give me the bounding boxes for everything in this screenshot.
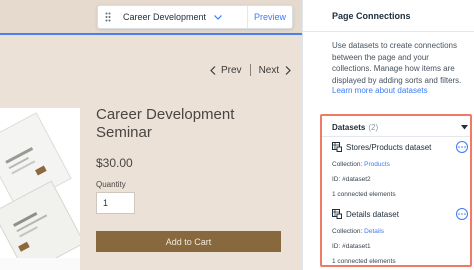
product-title: Career Development Seminar xyxy=(96,106,235,141)
dataset-collection: Collection: Products xyxy=(332,161,468,168)
dataset-connected: 1 connected elements xyxy=(332,191,396,198)
datasets-section: Datasets (2) Stores/Products dataset Col… xyxy=(320,114,472,267)
caret-down-icon[interactable] xyxy=(461,124,468,130)
dataset-id: ID: #dataset2 xyxy=(332,176,371,183)
add-to-cart-button[interactable]: Add to Cart xyxy=(96,231,281,252)
next-link[interactable]: Next xyxy=(259,65,292,76)
dataset-icon xyxy=(332,209,342,219)
product-image xyxy=(0,108,80,270)
dataset-icon xyxy=(332,142,342,152)
learn-more-link[interactable]: Learn more about datasets xyxy=(332,86,428,95)
collection-label: Collection: xyxy=(332,228,363,235)
more-icon[interactable] xyxy=(456,141,468,153)
selection-line xyxy=(0,33,302,35)
datasets-divider xyxy=(322,136,470,137)
page-selector-label: Career Development Sem... xyxy=(123,12,209,22)
collection-link[interactable]: Products xyxy=(364,161,390,168)
preview-button[interactable]: Preview xyxy=(248,6,292,28)
dataset-connected: 1 connected elements xyxy=(332,258,396,265)
quantity-input[interactable]: 1 xyxy=(96,192,135,214)
dataset-id: ID: #dataset1 xyxy=(332,243,371,250)
datasets-header[interactable]: Datasets (2) xyxy=(332,121,468,133)
more-icon[interactable] xyxy=(456,208,468,220)
product-price: $30.00 xyxy=(96,156,133,170)
editor-toolbar: Career Development Sem... Preview xyxy=(97,5,293,29)
editor-canvas: Career Development Sem... Preview Prev N… xyxy=(0,0,302,270)
drag-handle-icon[interactable] xyxy=(101,6,115,28)
collection-label: Collection: xyxy=(332,161,363,168)
dataset-name: Stores/Products dataset xyxy=(346,142,432,152)
pager-divider xyxy=(249,64,251,76)
next-label: Next xyxy=(258,64,280,76)
page-connections-panel: Page Connections Use datasets to create … xyxy=(303,0,474,270)
collection-link[interactable]: Details xyxy=(364,228,384,235)
chevron-right-icon xyxy=(285,65,291,75)
dataset-name: Details dataset xyxy=(346,209,399,219)
dataset-item[interactable]: Stores/Products dataset Collection: Prod… xyxy=(332,141,468,198)
chevron-left-icon xyxy=(210,65,216,75)
chevron-down-icon xyxy=(214,14,222,20)
prev-label: Prev xyxy=(221,64,242,76)
dataset-collection: Collection: Details xyxy=(332,228,468,235)
datasets-title: Datasets xyxy=(332,122,366,132)
page-selector[interactable]: Career Development Sem... xyxy=(115,6,248,28)
panel-header: Page Connections xyxy=(303,0,474,32)
panel-description: Use datasets to create connections betwe… xyxy=(332,41,462,85)
dataset-item[interactable]: Details dataset Collection: Details ID: … xyxy=(332,208,468,265)
panel-title: Page Connections xyxy=(332,10,411,21)
quantity-label: Quantity xyxy=(96,180,126,189)
product-pager: Prev Next xyxy=(210,64,291,76)
datasets-count: (2) xyxy=(368,122,379,132)
prev-link[interactable]: Prev xyxy=(210,65,242,76)
